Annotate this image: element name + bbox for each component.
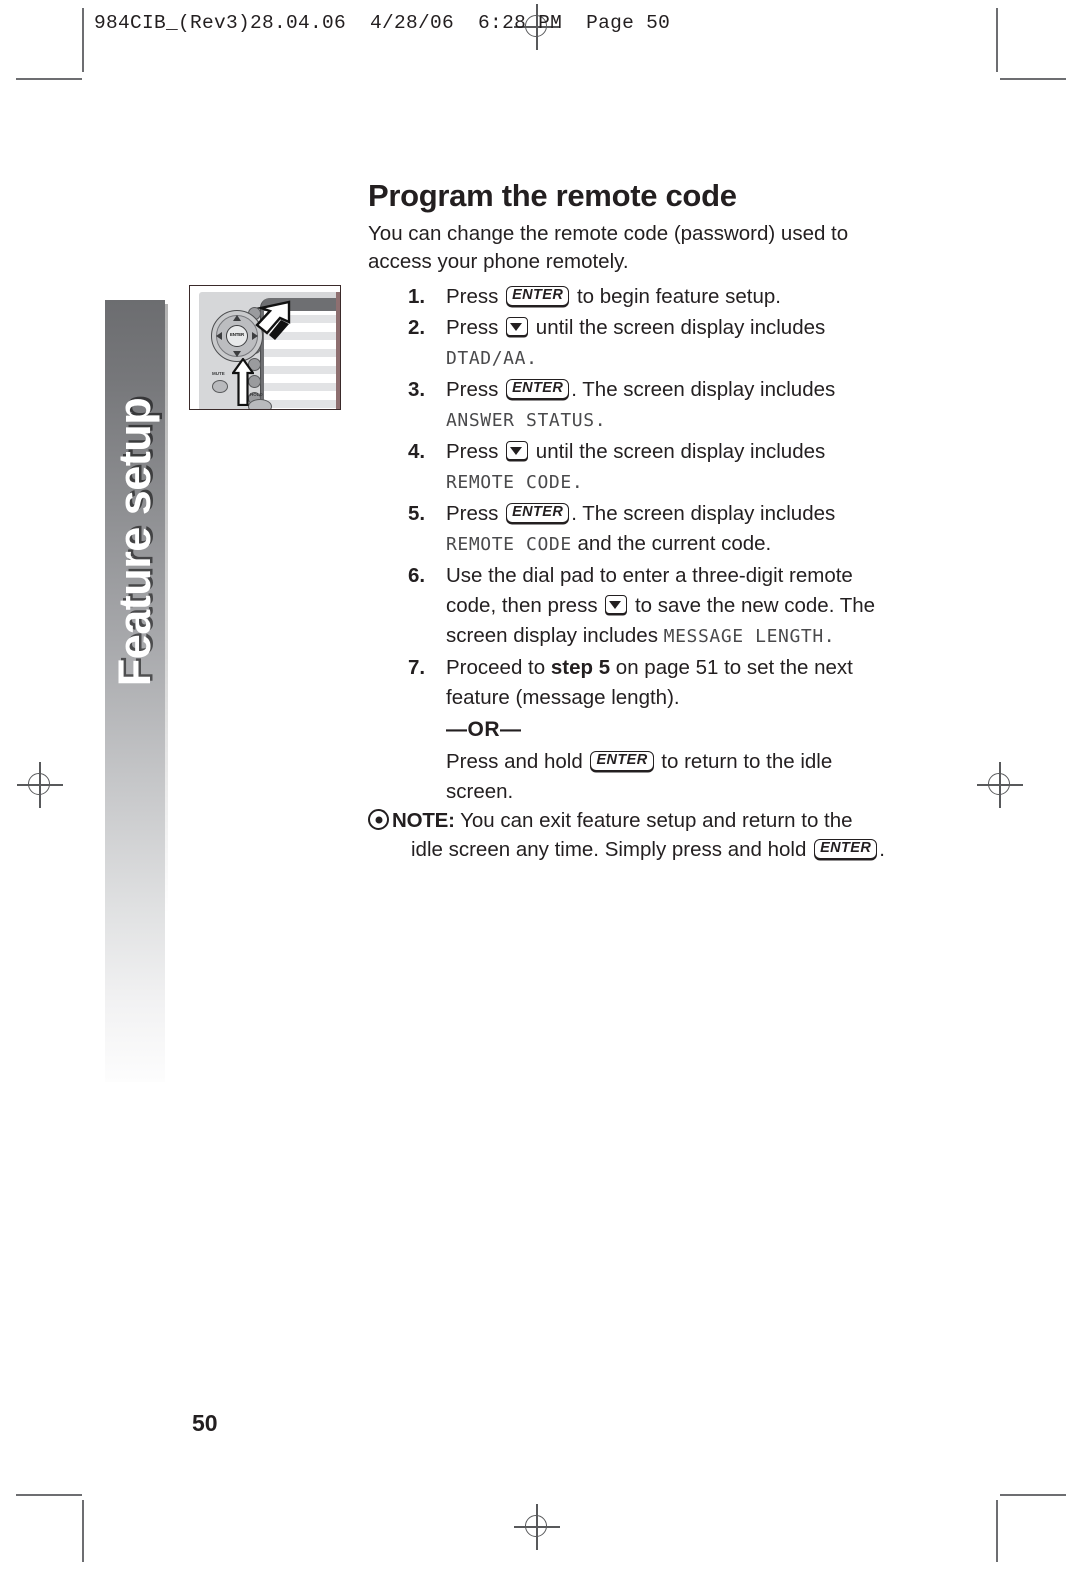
enter-key-chip: ENTER xyxy=(506,285,570,306)
note-block: NOTE: You can exit feature setup and ret… xyxy=(368,806,898,864)
enter-key-chip: ENTER xyxy=(506,378,570,399)
step-item-5: 5. Press ENTER. The screen display inclu… xyxy=(368,499,898,560)
down-arrow-key-chip xyxy=(506,441,529,461)
note-first-line: NOTE: You can exit feature setup and ret… xyxy=(368,806,898,835)
lcd-display-tail: . xyxy=(526,348,538,369)
step-item-4: 4. Press until the screen display includ… xyxy=(368,437,898,498)
step-number: 7. xyxy=(408,656,426,679)
down-arrow-key-chip xyxy=(605,595,628,615)
page-slug-line: 984CIB_(Rev3)28.04.06 4/28/06 6:28 PM Pa… xyxy=(94,12,671,34)
lcd-display-text: MESSAGE LENGTH xyxy=(663,626,824,647)
crop-mark-bottom-right-vertical xyxy=(996,1500,998,1562)
lcd-display-text: REMOTE CODE xyxy=(446,534,572,555)
intro-paragraph: You can change the remote code (password… xyxy=(368,222,849,273)
step-text-post: . The screen display includes xyxy=(571,502,836,525)
enter-key-chip: ENTER xyxy=(506,502,570,523)
enter-key-chip: ENTER xyxy=(814,838,878,859)
crop-mark-bottom-right-horizontal xyxy=(1000,1494,1066,1496)
crop-mark-bottom-left-vertical xyxy=(82,1500,84,1562)
note-tail: . xyxy=(879,838,885,861)
step-text-tail: and the current code. xyxy=(571,532,772,555)
phone-navigation-pad-illustration: ENTER MUTE HOLD xyxy=(189,285,341,410)
step-text-pre: Press xyxy=(446,316,505,339)
enter-key-chip: ENTER xyxy=(590,750,654,771)
callout-arrow-pointing-up-to-navpad xyxy=(232,358,254,406)
step-item-1: 1. Press ENTER to begin feature setup. xyxy=(368,282,898,312)
main-content: Program the remote code You can change t… xyxy=(368,178,898,808)
registration-mark-right xyxy=(977,762,1023,808)
step-text-post: until the screen display includes xyxy=(530,440,826,463)
crop-mark-top-right-horizontal xyxy=(1000,78,1066,80)
navpad-down-arrow-icon xyxy=(233,351,241,357)
lcd-display-tail: . xyxy=(823,626,836,647)
lcd-display-tail: . xyxy=(571,472,584,493)
crop-mark-top-left-horizontal xyxy=(16,78,82,80)
lcd-display-text: DTAD/AA xyxy=(446,348,527,369)
navpad-left-arrow-icon xyxy=(216,332,222,340)
note-line-2: idle screen any time. Simply press and h… xyxy=(411,838,813,861)
section-side-tab: Feature setup xyxy=(105,300,168,1086)
step-number: 3. xyxy=(408,378,426,401)
step-number: 5. xyxy=(408,502,426,525)
registration-mark-bottom xyxy=(514,1504,560,1550)
note-label: NOTE: xyxy=(392,809,455,832)
step-item-3: 3. Press ENTER. The screen display inclu… xyxy=(368,375,898,436)
lcd-display-text: REMOTE CODE xyxy=(446,472,572,493)
step-text-post: . The screen display includes xyxy=(571,378,836,401)
step-emphasis: step 5 xyxy=(550,656,611,679)
step-text-pre: Press xyxy=(446,440,505,463)
callout-arrow-pointing-to-enter xyxy=(255,300,291,340)
side-tab-label: Feature setup xyxy=(109,397,160,687)
bullseye-icon xyxy=(368,809,389,830)
phone-mute-button xyxy=(212,380,228,393)
step-text-pre: Press xyxy=(446,502,505,525)
note-second-line: idle screen any time. Simply press and h… xyxy=(368,835,898,864)
step-item-7: 7. Proceed to step 5 on page 51 to set t… xyxy=(368,653,898,807)
crop-mark-top-right-vertical xyxy=(996,8,998,72)
registration-mark-left xyxy=(17,762,63,808)
crop-mark-bottom-left-horizontal xyxy=(16,1494,82,1496)
down-arrow-key-chip xyxy=(506,317,529,337)
page-number: 50 xyxy=(192,1410,218,1436)
step-text-post: to begin feature setup. xyxy=(571,285,781,308)
crop-mark-top-left-vertical xyxy=(82,8,84,72)
navpad-up-arrow-icon xyxy=(233,315,241,321)
step-item-6: 6. Use the dial pad to enter a three-dig… xyxy=(368,561,898,652)
step-text-post: until the screen display includes xyxy=(530,316,826,339)
steps-list: 1. Press ENTER to begin feature setup. 2… xyxy=(368,282,898,807)
step-text-pre: Press xyxy=(446,378,505,401)
or-text-pre: Press and hold xyxy=(446,750,589,773)
lcd-display-tail: . xyxy=(594,410,607,431)
step-number: 1. xyxy=(408,285,426,308)
navpad-enter-label: ENTER xyxy=(230,332,244,337)
step-number: 4. xyxy=(408,440,426,463)
step-number: 6. xyxy=(408,564,426,587)
or-alternative-text: Press and hold ENTER to return to the id… xyxy=(446,747,898,807)
or-divider: —OR— xyxy=(446,718,522,741)
phone-right-edge xyxy=(336,292,340,409)
step-number: 2. xyxy=(408,316,426,339)
step-item-2: 2. Press until the screen display includ… xyxy=(368,313,898,374)
step-text-pre: Proceed to xyxy=(446,656,551,679)
page-title: Program the remote code xyxy=(368,178,737,213)
note-line-1: You can exit feature setup and return to… xyxy=(454,809,853,832)
step-text-pre: Press xyxy=(446,285,505,308)
phone-mute-label: MUTE xyxy=(212,371,225,376)
lcd-display-text: ANSWER STATUS xyxy=(446,410,595,431)
